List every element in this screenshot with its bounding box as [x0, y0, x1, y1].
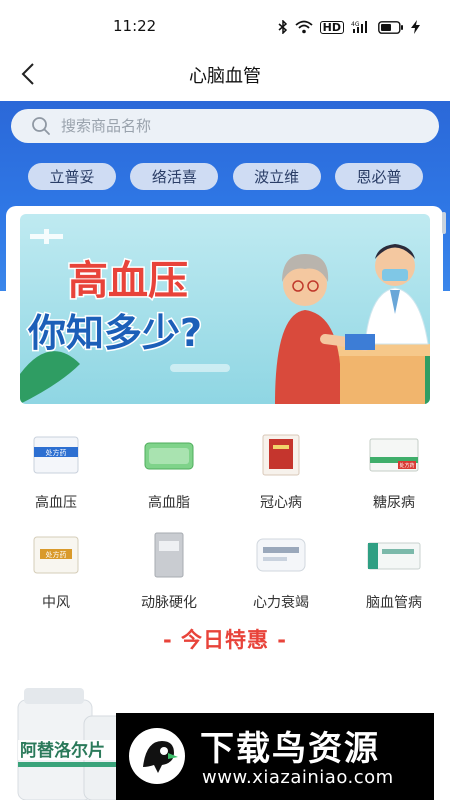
category-hyperlipidemia[interactable]: 高血脂 [124, 425, 214, 515]
watermark-overlay: 下载鸟资源 www.xiazainiao.com [116, 713, 434, 800]
medicine-box-icon [367, 542, 421, 570]
status-time: 11:22 [113, 17, 157, 35]
battery-icon [378, 20, 404, 34]
quick-tag[interactable]: 立普妥 [28, 163, 116, 190]
search-input[interactable] [61, 117, 401, 135]
banner-headline: 高血压 [68, 258, 188, 304]
medicine-box-icon: 处方药 [33, 536, 79, 574]
bluetooth-icon [278, 20, 288, 34]
category-diabetes[interactable]: 处方药 糖尿病 [349, 425, 439, 515]
box-label: 处方药 [399, 462, 414, 469]
category-cerebrovascular[interactable]: 脑血管病 [349, 525, 439, 615]
category-hypertension[interactable]: 处方药 高血压 [11, 425, 101, 515]
scroll-indicator [442, 212, 446, 234]
category-label: 高血压 [35, 495, 77, 511]
box-label: 处方药 [46, 448, 67, 457]
signal-4g-icon: 4G [351, 20, 371, 34]
category-label: 脑血管病 [366, 595, 422, 611]
nav-bar: 心脑血管 [0, 48, 450, 100]
charging-icon [411, 20, 420, 34]
red-medicine-box-icon [262, 434, 300, 476]
category-heart-failure[interactable]: 心力衰竭 [236, 525, 326, 615]
gray-medicine-box-icon [154, 532, 184, 578]
status-icons: HD 4G [278, 17, 420, 37]
page-title: 心脑血管 [189, 66, 261, 87]
box-label: 处方药 [46, 550, 67, 559]
quick-tag[interactable]: 络活喜 [130, 163, 219, 190]
banner-illustration: 高血压 你知多少? [20, 214, 430, 404]
category-label: 冠心病 [260, 495, 302, 511]
banner-subheadline: 你知多少? [27, 311, 202, 355]
quick-tag-row: 立普妥 络活喜 波立维 恩必普 [28, 163, 423, 191]
white-medicine-box-icon [256, 538, 306, 572]
wifi-icon [295, 20, 313, 34]
category-label: 中风 [42, 595, 70, 611]
promo-banner[interactable]: 高血压 你知多少? [20, 214, 430, 404]
watermark-url: www.xiazainiao.com [202, 767, 394, 788]
category-label: 高血脂 [148, 495, 190, 511]
bird-logo-icon [129, 728, 185, 784]
search-bar[interactable] [11, 109, 439, 143]
category-label: 心力衰竭 [253, 595, 309, 611]
hd-icon: HD [319, 20, 344, 34]
medicine-box-icon: 处方药 [369, 438, 419, 472]
category-label: 动脉硬化 [141, 595, 197, 611]
quick-tag[interactable]: 恩必普 [334, 163, 423, 190]
watermark-title: 下载鸟资源 [200, 729, 380, 769]
category-atherosclerosis[interactable]: 动脉硬化 [124, 525, 214, 615]
product-name: 阿替洛尔片 [20, 740, 105, 761]
section-title-deals: - 今日特惠 - [162, 628, 288, 652]
green-pill-box-icon [144, 442, 194, 470]
search-icon [32, 117, 50, 135]
category-coronary[interactable]: 冠心病 [236, 425, 326, 515]
category-stroke[interactable]: 处方药 中风 [11, 525, 101, 615]
medicine-box-icon: 处方药 [33, 436, 79, 474]
category-label: 糖尿病 [373, 495, 415, 511]
quick-tag[interactable]: 波立维 [232, 163, 321, 190]
svg-text:4G: 4G [351, 21, 360, 28]
